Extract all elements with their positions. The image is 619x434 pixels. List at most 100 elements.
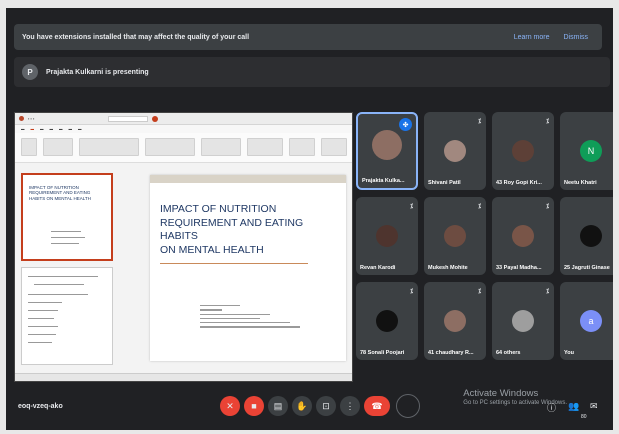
ppt-titlebar: ▪ ▪ ▪: [15, 113, 352, 125]
participant-name: 64 others: [496, 350, 521, 356]
chat-icon: ✉: [590, 401, 598, 411]
participant-avatar: [372, 130, 402, 160]
slide-title-line: REQUIREMENT AND EATING HABITS: [160, 216, 304, 243]
raise-hand-button[interactable]: ✋: [292, 396, 312, 416]
participant-name: 25 Jagruti Ginase: [564, 265, 610, 271]
participant-avatar: N: [580, 140, 602, 162]
banner-text: You have extensions installed that may a…: [22, 33, 250, 41]
participant-tile[interactable]: ✤ Prajakta Kulka...: [356, 112, 418, 190]
ribbon-group: [21, 138, 37, 156]
participant-avatar: [444, 140, 466, 162]
participant-name: 78 Sonali Poojari: [360, 350, 405, 356]
powerpoint-icon: [19, 116, 24, 121]
speaking-indicator-icon: ✤: [399, 118, 412, 131]
hand-icon: ✋: [296, 400, 308, 411]
ppt-filename: ▪ ▪ ▪: [28, 116, 35, 121]
participant-avatar: [376, 310, 398, 332]
mic-muted-icon: ⁒: [546, 119, 549, 125]
participant-avatar: [512, 140, 534, 162]
ribbon-group: [247, 138, 283, 156]
participant-tile[interactable]: ⁒ Shivani Patil: [424, 112, 486, 190]
ppt-account-icon: [152, 115, 159, 122]
ppt-status-bar: [15, 373, 352, 381]
participant-name: 43 Roy Gopi Kri...: [496, 180, 542, 186]
participant-tile[interactable]: ⁒ 78 Sonali Poojari: [356, 282, 418, 360]
thumb-title: IMPACT OF NUTRITION REQUIREMENT AND EATI…: [29, 185, 91, 201]
ribbon-group: [289, 138, 315, 156]
participant-tile[interactable]: N⁒Neetu Khatri: [560, 112, 613, 190]
participant-name: 33 Payal Madha...: [496, 265, 542, 271]
participant-avatar: [376, 225, 398, 247]
presenting-bar: P Prajakta Kulkarni is presenting: [14, 57, 610, 87]
more-options-button[interactable]: ⋮: [340, 396, 360, 416]
ribbon-group: [43, 138, 73, 156]
ppt-ribbon: [15, 133, 352, 163]
mic-muted-icon: ⁒: [546, 204, 549, 210]
slide-title-line: IMPACT OF NUTRITION: [160, 203, 277, 215]
participant-tile[interactable]: ⁒ 43 Roy Gopi Kri...: [492, 112, 554, 190]
meet-window: You have extensions installed that may a…: [6, 8, 613, 430]
mic-muted-icon: ⁒: [478, 119, 481, 125]
slide-thumbnail-1[interactable]: IMPACT OF NUTRITION REQUIREMENT AND EATI…: [21, 173, 113, 261]
ppt-tab-active: ▬: [30, 127, 35, 131]
participant-avatar: [444, 225, 466, 247]
slide-title: IMPACT OF NUTRITION REQUIREMENT AND EATI…: [160, 203, 340, 258]
participant-name: Prajakta Kulka...: [362, 178, 405, 184]
participant-tile[interactable]: ⁒ Revan Karodi: [356, 197, 418, 275]
ribbon-group: [145, 138, 195, 156]
ribbon-group: [79, 138, 139, 156]
captions-button[interactable]: ▤: [268, 396, 288, 416]
slide-author-block: [200, 305, 320, 331]
slide-title-line: ON MENTAL HEALTH: [160, 243, 264, 256]
learn-more-link[interactable]: Learn more: [514, 34, 550, 41]
participant-name: Mukesh Mohite: [428, 265, 468, 271]
activate-windows-title: Activate Windows: [463, 388, 539, 399]
leave-call-button[interactable]: ☎: [364, 396, 390, 416]
mic-off-button[interactable]: ✕: [220, 396, 240, 416]
slide-header-band: [150, 175, 346, 183]
ppt-tab: ▬: [78, 127, 82, 131]
participant-name: 41 chaudhary R...: [428, 350, 474, 356]
participant-tile[interactable]: ⁒ Mukesh Mohite: [424, 197, 486, 275]
people-button[interactable]: 👥: [568, 401, 579, 412]
dismiss-link[interactable]: Dismiss: [564, 34, 589, 41]
info-button[interactable]: ⓘ: [547, 401, 556, 414]
mic-muted-icon: ⁒: [478, 204, 481, 210]
more-vert-icon: ⋮: [345, 400, 355, 411]
participant-tile[interactable]: ⁒ 64 others: [492, 282, 554, 360]
reactions-button[interactable]: [396, 394, 420, 418]
mic-muted-icon: ⁒: [478, 289, 481, 295]
ppt-tab: ▬: [49, 127, 54, 131]
mic-muted-icon: ⁒: [410, 204, 413, 210]
ribbon-group: [321, 138, 347, 156]
camera-off-icon: ■: [251, 401, 257, 411]
participant-tile[interactable]: a⁒You: [560, 282, 613, 360]
shared-screen[interactable]: ▪ ▪ ▪ ▬ ▬ ▬ ▬ ▬ ▬ ▬ IMPACT OF NUTRITION …: [14, 112, 353, 382]
participant-avatar: [512, 225, 534, 247]
current-slide: IMPACT OF NUTRITION REQUIREMENT AND EATI…: [150, 175, 346, 361]
presenter-avatar: P: [22, 64, 38, 80]
ribbon-group: [201, 138, 241, 156]
ppt-tab: ▬: [21, 127, 25, 131]
hang-up-icon: ☎: [371, 400, 383, 411]
extensions-warning-banner: You have extensions installed that may a…: [14, 24, 602, 50]
participant-avatar: [580, 225, 602, 247]
ppt-ribbon-tabs: ▬ ▬ ▬ ▬ ▬ ▬ ▬: [15, 125, 352, 133]
mic-muted-icon: ⁒: [410, 289, 413, 295]
participant-tile[interactable]: ⁒25 Jagruti Ginase: [560, 197, 613, 275]
participant-tile[interactable]: ⁒ 33 Payal Madha...: [492, 197, 554, 275]
camera-off-button[interactable]: ■: [244, 396, 264, 416]
participant-name: Shivani Patil: [428, 180, 461, 186]
slide-thumbnail-2[interactable]: [21, 267, 113, 365]
mic-off-icon: ✕: [226, 400, 234, 411]
meeting-code: eoq-vzeq-ako: [18, 403, 63, 410]
chat-button[interactable]: ✉: [590, 401, 598, 412]
participant-name: Revan Karodi: [360, 265, 396, 271]
ppt-tab: ▬: [40, 127, 44, 131]
participant-name: Neetu Khatri: [564, 180, 597, 186]
participant-tile[interactable]: ⁒ 41 chaudhary R...: [424, 282, 486, 360]
captions-icon: ▤: [273, 400, 283, 411]
bottom-control-bar: eoq-vzeq-ako ✕ ■ ▤ ✋ ⊡ ⋮ ☎ Activate Wind…: [6, 386, 613, 430]
info-icon: ⓘ: [547, 403, 557, 413]
present-button[interactable]: ⊡: [316, 396, 336, 416]
